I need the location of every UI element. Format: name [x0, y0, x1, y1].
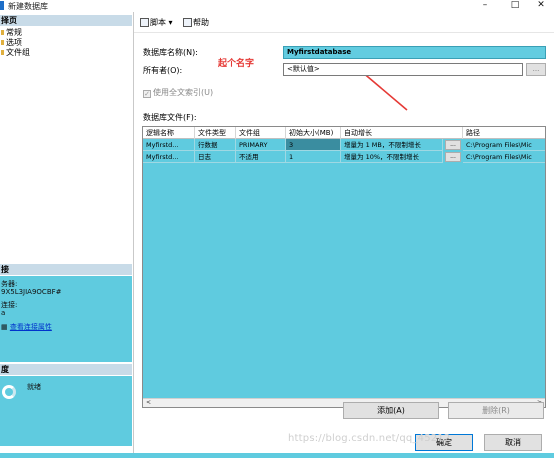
add-button[interactable]: 添加(A): [343, 402, 439, 419]
app-icon: [0, 1, 4, 10]
dropdown-arrow-icon[interactable]: ▾: [166, 18, 173, 27]
page-icon: [1, 40, 4, 45]
cell-initial-size[interactable]: 3: [286, 139, 341, 151]
page-icon: [1, 50, 4, 55]
cell-file-type: 行数据: [195, 139, 236, 151]
minimize-button[interactable]: –: [470, 0, 500, 12]
title-bar: 新建数据库 – □ ✕: [0, 0, 554, 12]
col-header-filegroup[interactable]: 文件组: [236, 127, 286, 139]
autogrowth-edit-button[interactable]: ...: [445, 152, 461, 162]
sidebar-item-label: 选项: [6, 38, 22, 47]
connection-section-header: 接: [0, 264, 132, 275]
scroll-left-icon[interactable]: <: [144, 399, 153, 407]
col-header-path[interactable]: 路径: [463, 127, 545, 139]
annotation-note: 起个名字: [218, 59, 255, 69]
cell-path: C:\Program Files\Mic: [463, 151, 545, 163]
remove-button[interactable]: 删除(R): [448, 402, 544, 419]
cell-path: C:\Program Files\Mic: [463, 139, 545, 151]
cell-initial-size[interactable]: 1: [286, 151, 341, 163]
toolbar-divider: [134, 32, 554, 33]
progress-spinner-icon: [2, 385, 16, 399]
properties-icon: ▦: [1, 323, 10, 331]
table-row[interactable]: Myfirstd... 日志 不适用 1 增量为 10%，不限制增长 ... C…: [143, 151, 545, 163]
db-files-label: 数据库文件(F):: [143, 113, 197, 122]
sidebar-item-label: 文件组: [6, 48, 30, 57]
progress-section-header: 度: [0, 364, 132, 375]
progress-panel: 就绪: [0, 376, 132, 446]
grid-header: 逻辑名称 文件类型 文件组 初始大小(MB) 自动增长 路径: [143, 127, 545, 139]
sidebar-item-general[interactable]: 常规: [0, 28, 22, 37]
sidebar-item-filegroups[interactable]: 文件组: [0, 48, 30, 57]
connection-label: 连接:: [1, 301, 18, 309]
progress-status: 就绪: [27, 383, 41, 391]
script-button[interactable]: 脚本 ▾: [140, 18, 173, 28]
cell-filegroup: 不适用: [236, 151, 286, 163]
checkbox-check-icon: ✓: [143, 90, 151, 98]
table-row[interactable]: Myfirstd... 行数据 PRIMARY 3 增量为 1 MB，不限制增长…: [143, 139, 545, 151]
db-name-label: 数据库名称(N):: [143, 48, 198, 57]
col-header-initial-size[interactable]: 初始大小(MB): [286, 127, 341, 139]
bottom-edge: [0, 453, 554, 458]
owner-input[interactable]: <默认值>: [283, 63, 523, 76]
connection-panel: 务器: 9X5L3JIA9OCBF# 连接: a ▦ 查看连接属性: [0, 276, 132, 362]
script-icon: [140, 18, 149, 27]
cell-logical-name[interactable]: Myfirstd...: [143, 151, 195, 163]
cell-logical-name[interactable]: Myfirstd...: [143, 139, 195, 151]
cell-file-type: 日志: [195, 151, 236, 163]
col-header-autogrowth[interactable]: 自动增长: [341, 127, 463, 139]
main-pane: 脚本 ▾ 帮助 数据库名称(N): Myfirstdatabase 起个名字 所…: [133, 12, 554, 458]
cell-autogrowth: 增量为 10%，不限制增长: [341, 151, 443, 163]
cancel-button[interactable]: 取消: [484, 434, 542, 451]
left-pane: 择页 常规 选项 文件组 接 务器: 9X5L3JIA9OCBF# 连接: a …: [0, 12, 132, 458]
fulltext-label: 使用全文索引(U): [153, 88, 214, 97]
sidebar-item-options[interactable]: 选项: [0, 38, 22, 47]
watermark: https://blog.csdn.net/qq_45212: [288, 433, 451, 444]
autogrowth-edit-button[interactable]: ...: [445, 140, 461, 150]
cell-filegroup: PRIMARY: [236, 139, 286, 151]
help-icon: [183, 18, 192, 27]
col-header-logical-name[interactable]: 逻辑名称: [143, 127, 195, 139]
fulltext-checkbox[interactable]: ✓ 使用全文索引(U): [143, 88, 213, 98]
page-icon: [1, 30, 4, 35]
connection-value: a: [1, 309, 6, 317]
sidebar-item-label: 常规: [6, 28, 22, 37]
cell-autogrowth: 增量为 1 MB，不限制增长: [341, 139, 443, 151]
owner-browse-button[interactable]: ...: [526, 63, 546, 76]
view-properties-link[interactable]: 查看连接属性: [10, 323, 52, 331]
db-name-input[interactable]: Myfirstdatabase: [283, 46, 546, 59]
window-title: 新建数据库: [8, 2, 48, 11]
server-label: 务器:: [1, 280, 18, 288]
help-label: 帮助: [193, 18, 209, 27]
col-header-file-type[interactable]: 文件类型: [195, 127, 236, 139]
help-button[interactable]: 帮助: [183, 18, 209, 28]
close-button[interactable]: ✕: [526, 0, 554, 12]
toolbar: 脚本 ▾ 帮助: [134, 16, 554, 32]
server-value: 9X5L3JIA9OCBF#: [1, 288, 62, 296]
db-files-grid[interactable]: 逻辑名称 文件类型 文件组 初始大小(MB) 自动增长 路径 Myfirstd.…: [142, 126, 546, 408]
script-label: 脚本: [150, 18, 166, 27]
owner-label: 所有者(O):: [143, 66, 183, 75]
view-connection-properties[interactable]: ▦ 查看连接属性: [1, 323, 52, 331]
pages-section-header: 择页: [0, 15, 132, 26]
